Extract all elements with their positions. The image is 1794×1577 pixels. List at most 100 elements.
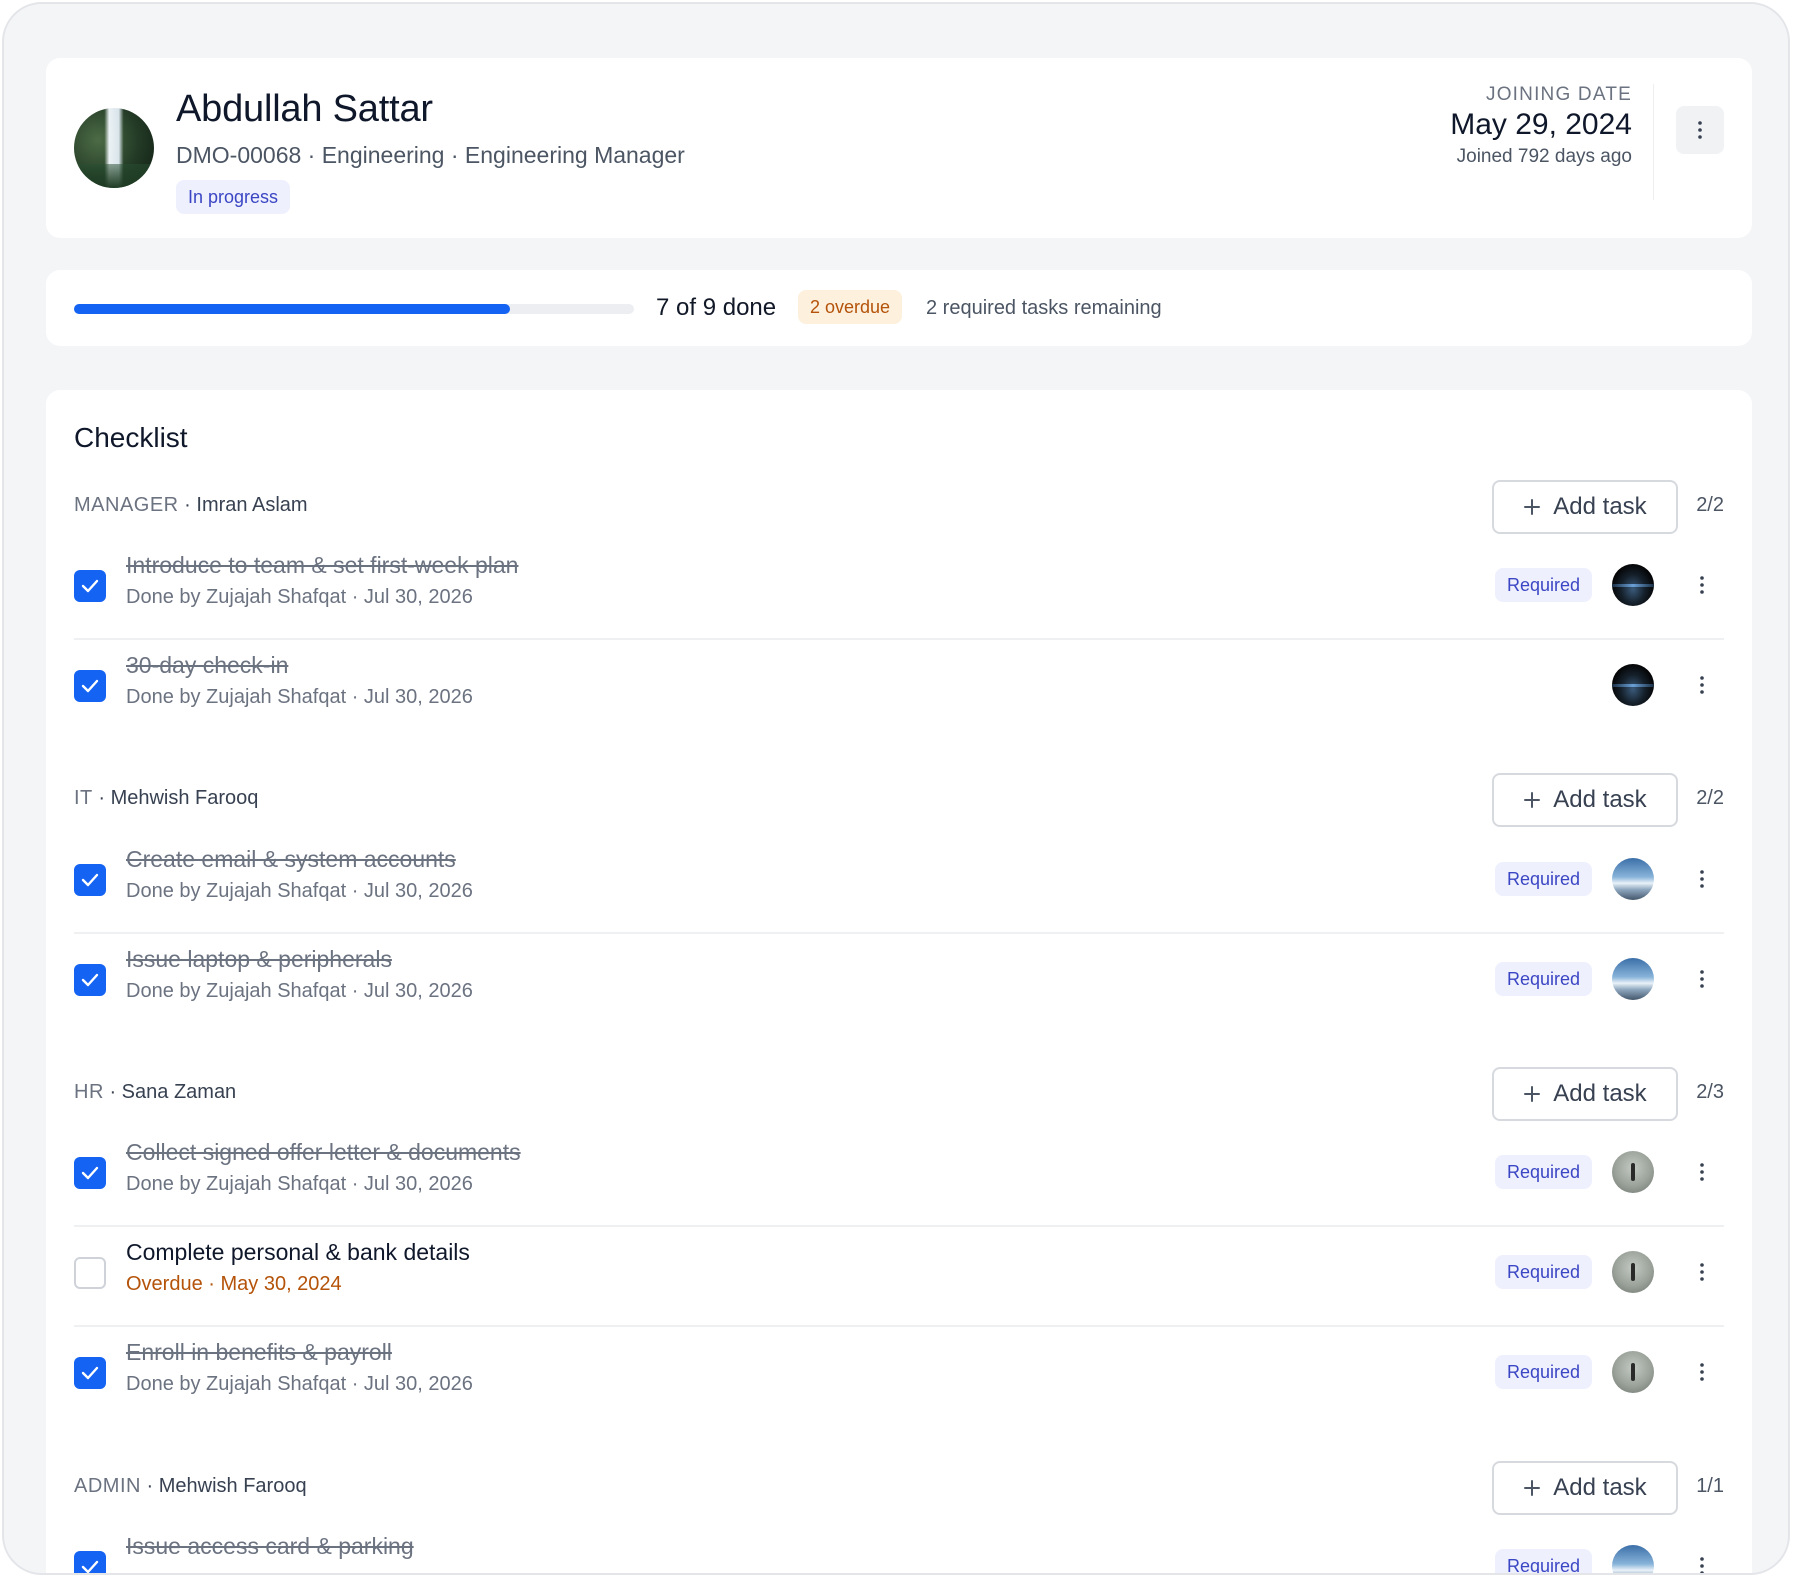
plus-icon [1524, 792, 1541, 808]
task-checkbox[interactable] [74, 1157, 106, 1189]
more-vertical-icon [1700, 576, 1704, 594]
group-label: IT · Mehwish Farooq [74, 787, 258, 810]
assignee-avatar[interactable] [1612, 564, 1654, 606]
task-checkbox[interactable] [74, 1257, 106, 1289]
check-icon [81, 579, 99, 593]
group-role: IT [74, 787, 93, 809]
add-task-label: Add task [1553, 1080, 1647, 1107]
task-title[interactable]: Collect signed offer letter & documents [126, 1139, 521, 1166]
more-vertical-icon [1700, 1557, 1704, 1573]
task-more-button[interactable] [1694, 1157, 1710, 1187]
task-subtitle: Done by Zujajah Shafqat · Jul 30, 2026 [126, 980, 473, 1002]
joining-date-value: May 29, 2024 [1450, 108, 1632, 141]
plus-icon [1524, 1480, 1541, 1496]
app-window: Abdullah Sattar DMO-00068 · Engineering … [2, 2, 1790, 1575]
progress-bar-fill [74, 304, 510, 314]
task-checkbox[interactable] [74, 670, 106, 702]
checklist-title: Checklist [74, 422, 188, 453]
plus-icon [1524, 1086, 1541, 1102]
joining-date-block: JOINING DATE May 29, 2024 Joined 792 day… [1450, 84, 1632, 168]
assignee-avatar[interactable] [1612, 1351, 1654, 1393]
task-row: Collect signed offer letter & documents … [74, 1127, 1724, 1227]
group-owner: · Mehwish Farooq [92, 787, 259, 809]
check-icon [81, 1366, 99, 1380]
task-title[interactable]: Enroll in benefits & payroll [126, 1339, 392, 1366]
task-more-button[interactable] [1694, 864, 1710, 894]
task-more-button[interactable] [1694, 670, 1710, 700]
group-role: HR [74, 1081, 104, 1103]
task-subtitle: Done by Zujajah Shafqat · Jul 30, 2026 [126, 586, 473, 608]
task-row: Create email & system accounts Done by Z… [74, 834, 1724, 934]
task-title[interactable]: Complete personal & bank details [126, 1239, 470, 1266]
check-icon [81, 679, 99, 693]
task-more-button[interactable] [1694, 1551, 1710, 1573]
add-task-button[interactable]: Add task [1492, 1461, 1678, 1515]
task-overdue-date: Overdue · May 30, 2024 [126, 1273, 342, 1295]
add-task-button[interactable]: Add task [1492, 1067, 1678, 1121]
add-task-label: Add task [1553, 786, 1647, 813]
task-checkbox[interactable] [74, 1357, 106, 1389]
group-header-hr: HR · Sana Zaman Add task 2/3 [74, 1067, 1724, 1121]
check-icon [81, 873, 99, 887]
group-owner: · Imran Aslam [178, 494, 308, 516]
group-role: MANAGER [74, 494, 179, 516]
task-title[interactable]: Issue access card & parking [126, 1533, 414, 1560]
task-row: Introduce to team & set first-week plan … [74, 540, 1724, 640]
profile-more-button[interactable] [1676, 106, 1724, 154]
add-task-button[interactable]: Add task [1492, 480, 1678, 534]
add-task-button[interactable]: Add task [1492, 773, 1678, 827]
assignee-avatar[interactable] [1612, 858, 1654, 900]
add-task-label: Add task [1553, 1474, 1647, 1501]
task-row: 30-day check-in Done by Zujajah Shafqat … [74, 640, 1724, 740]
assignee-avatar[interactable] [1612, 1251, 1654, 1293]
assignee-avatar[interactable] [1612, 1545, 1654, 1573]
task-title[interactable]: Create email & system accounts [126, 846, 456, 873]
required-badge: Required [1494, 962, 1592, 996]
group-header-it: IT · Mehwish Farooq Add task 2/2 [74, 773, 1724, 827]
required-badge: Required [1494, 1255, 1592, 1289]
group-label: ADMIN · Mehwish Farooq [74, 1475, 307, 1498]
header-divider [1653, 84, 1654, 200]
progress-card: 7 of 9 done 2 overdue 2 required tasks r… [46, 270, 1752, 346]
task-more-button[interactable] [1694, 964, 1710, 994]
task-title[interactable]: Introduce to team & set first-week plan [126, 552, 518, 579]
progress-summary: 7 of 9 done [656, 294, 777, 321]
task-checkbox[interactable] [74, 570, 106, 602]
overdue-badge: 2 overdue [798, 290, 903, 324]
assignee-avatar[interactable] [1612, 1151, 1654, 1193]
group-label: MANAGER · Imran Aslam [74, 494, 308, 517]
checklist-card: Checklist MANAGER · Imran Aslam Add task… [46, 390, 1752, 1573]
assignee-avatar[interactable] [1612, 958, 1654, 1000]
required-badge: Required [1494, 862, 1592, 896]
task-row: Issue laptop & peripherals Done by Zujaj… [74, 934, 1724, 1034]
group-count: 1/1 [1696, 1475, 1724, 1497]
employee-name: Abdullah Sattar [176, 88, 433, 130]
required-badge: Required [1494, 1155, 1592, 1189]
task-more-button[interactable] [1694, 1257, 1710, 1287]
more-vertical-icon [1700, 1163, 1704, 1181]
progress-bar [74, 304, 634, 314]
task-title[interactable]: Issue laptop & peripherals [126, 946, 392, 973]
group-owner: · Mehwish Farooq [140, 1475, 307, 1497]
task-checkbox[interactable] [74, 864, 106, 896]
required-badge: Required [1494, 1549, 1592, 1573]
joining-date-label: JOINING DATE [1486, 84, 1632, 105]
group-count: 2/3 [1696, 1081, 1724, 1103]
task-subtitle: Done by Zujajah Shafqat · Jul 30, 2026 [126, 880, 473, 902]
more-vertical-icon [1700, 870, 1704, 888]
task-more-button[interactable] [1694, 570, 1710, 600]
status-badge: In progress [176, 180, 291, 214]
task-subtitle: Done by Zujajah Shafqat · Jul 30, 2026 [126, 686, 473, 708]
plus-icon [1524, 499, 1541, 515]
task-row: Complete personal & bank details Overdue… [74, 1227, 1724, 1327]
required-badge: Required [1494, 568, 1592, 602]
assignee-avatar[interactable] [1612, 664, 1654, 706]
check-icon [81, 1166, 99, 1180]
employee-avatar [74, 108, 154, 188]
task-checkbox[interactable] [74, 964, 106, 996]
task-checkbox[interactable] [74, 1551, 106, 1573]
more-vertical-icon [1700, 1263, 1704, 1281]
remaining-tasks-text: 2 required tasks remaining [926, 297, 1162, 319]
task-more-button[interactable] [1694, 1357, 1710, 1387]
task-title[interactable]: 30-day check-in [126, 652, 288, 679]
